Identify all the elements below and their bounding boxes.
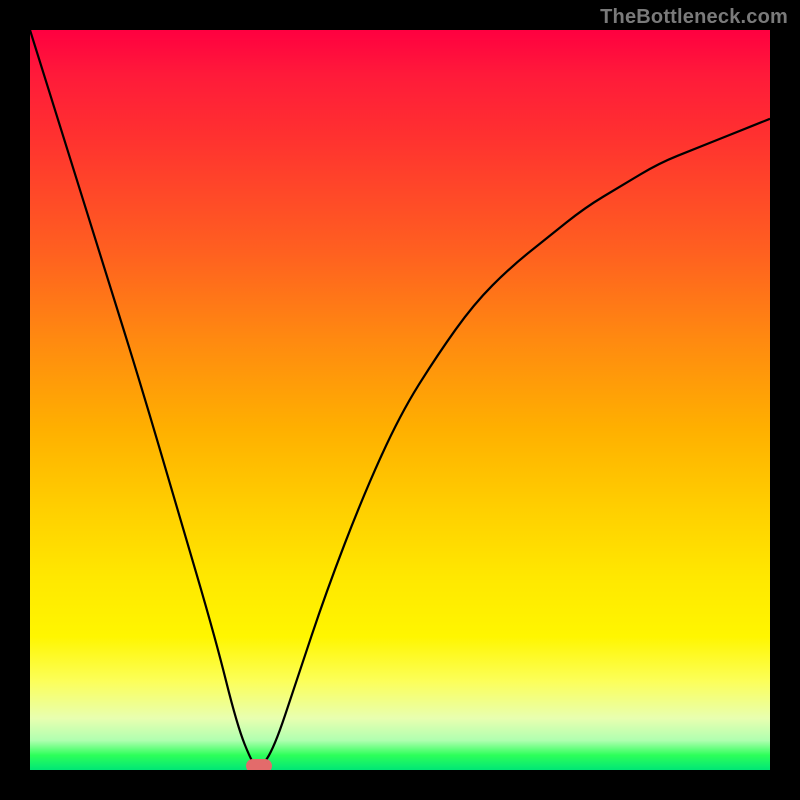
bottleneck-curve (30, 30, 770, 770)
chart-frame: TheBottleneck.com (0, 0, 800, 800)
optimal-point-marker (246, 759, 272, 770)
plot-area (30, 30, 770, 770)
watermark-text: TheBottleneck.com (600, 6, 788, 29)
